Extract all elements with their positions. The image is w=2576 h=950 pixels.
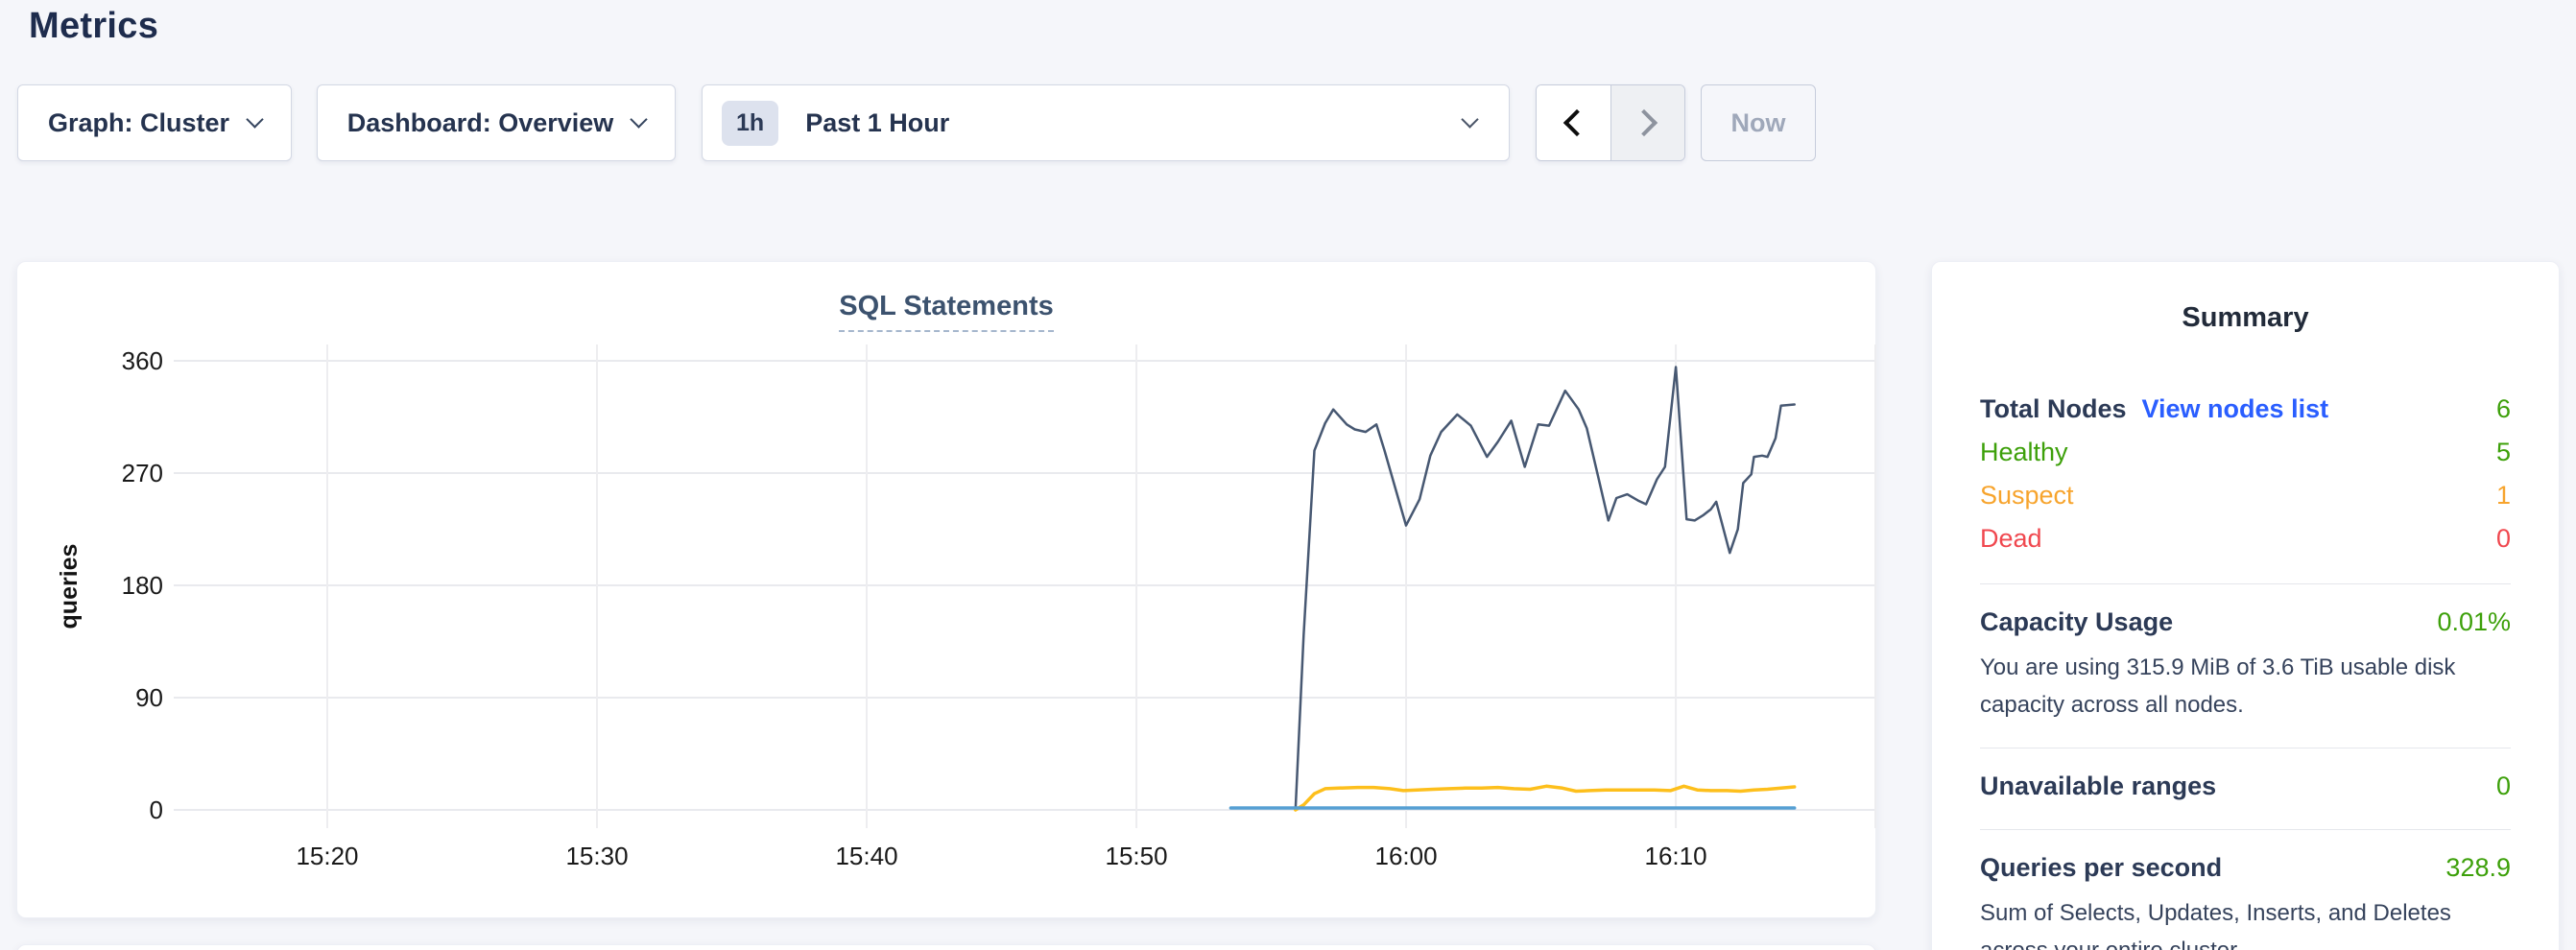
time-range-label: Past 1 Hour [805,108,949,138]
view-nodes-list-link[interactable]: View nodes list [2142,388,2329,431]
svg-text:15:50: 15:50 [1105,842,1167,870]
sql-statements-chart-card: SQL Statements 09018027036015:2015:3015:… [16,261,1876,918]
graph-scope-label: Graph: Cluster [48,108,229,138]
svg-text:90: 90 [135,683,163,712]
dead-label: Dead [1980,517,2042,560]
svg-text:16:00: 16:00 [1375,842,1438,870]
dashboard-label: Dashboard: Overview [347,108,614,138]
time-range-chip: 1h [722,101,778,146]
suspect-nodes-row: Suspect 1 [1980,474,2511,517]
suspect-value: 1 [2496,474,2511,517]
capacity-usage-label: Capacity Usage [1980,607,2173,637]
dead-value: 0 [2496,517,2511,560]
next-time-window-button[interactable] [1611,85,1685,160]
svg-text:270: 270 [122,459,163,487]
time-pager [1536,84,1685,161]
chevron-down-icon [246,110,263,128]
total-nodes-label: Total Nodes [1980,388,2127,431]
summary-panel: Summary Total Nodes View nodes list 6 He… [1931,261,2560,950]
unavailable-ranges-row: Unavailable ranges 0 [1980,772,2511,806]
svg-text:15:20: 15:20 [296,842,358,870]
total-nodes-value: 6 [2496,388,2511,431]
unavailable-ranges-value: 0 [2496,772,2511,801]
svg-text:0: 0 [150,796,163,824]
time-range-selector[interactable]: 1h Past 1 Hour [702,84,1510,161]
divider [1980,583,2511,584]
chevron-down-icon [631,110,648,128]
total-nodes-row: Total Nodes View nodes list 6 [1980,388,2511,431]
healthy-label: Healthy [1980,431,2068,474]
queries-per-second-value: 328.9 [2445,853,2511,883]
capacity-usage-description: You are using 315.9 MiB of 3.6 TiB usabl… [1980,650,2511,724]
chevron-left-icon [1563,109,1590,136]
queries-per-second-label: Queries per second [1980,853,2222,883]
summary-title: Summary [1980,302,2511,334]
healthy-nodes-row: Healthy 5 [1980,431,2511,474]
dashboard-dropdown[interactable]: Dashboard: Overview [317,84,676,161]
unavailable-ranges-label: Unavailable ranges [1980,772,2216,801]
svg-text:180: 180 [122,571,163,600]
now-button[interactable]: Now [1701,84,1816,161]
sql-statements-primary [1296,368,1795,811]
svg-text:15:30: 15:30 [565,842,628,870]
queries-per-second-row: Queries per second 328.9 [1980,853,2511,888]
sql-statements-chart: 0 90 180 270 360 15:20 15:30 15:40 15:50 16:00 16:… [17,262,1877,919]
suspect-label: Suspect [1980,474,2074,517]
dead-nodes-row: Dead 0 [1980,517,2511,560]
next-chart-card-top-edge [16,944,1876,950]
chevron-down-icon [1461,110,1478,128]
svg-text:16:10: 16:10 [1645,842,1707,870]
svg-text:15:40: 15:40 [835,842,897,870]
graph-scope-dropdown[interactable]: Graph: Cluster [17,84,292,161]
capacity-usage-value: 0.01% [2437,607,2511,637]
queries-per-second-description: Sum of Selects, Updates, Inserts, and De… [1980,895,2511,950]
svg-text:360: 360 [122,346,163,375]
chevron-right-icon [1631,109,1658,136]
previous-time-window-button[interactable] [1537,85,1611,160]
healthy-value: 5 [2496,431,2511,474]
capacity-usage-row: Capacity Usage 0.01% [1980,607,2511,642]
page-title: Metrics [29,6,158,47]
divider [1980,829,2511,830]
svg-text:queries: queries [56,544,83,629]
